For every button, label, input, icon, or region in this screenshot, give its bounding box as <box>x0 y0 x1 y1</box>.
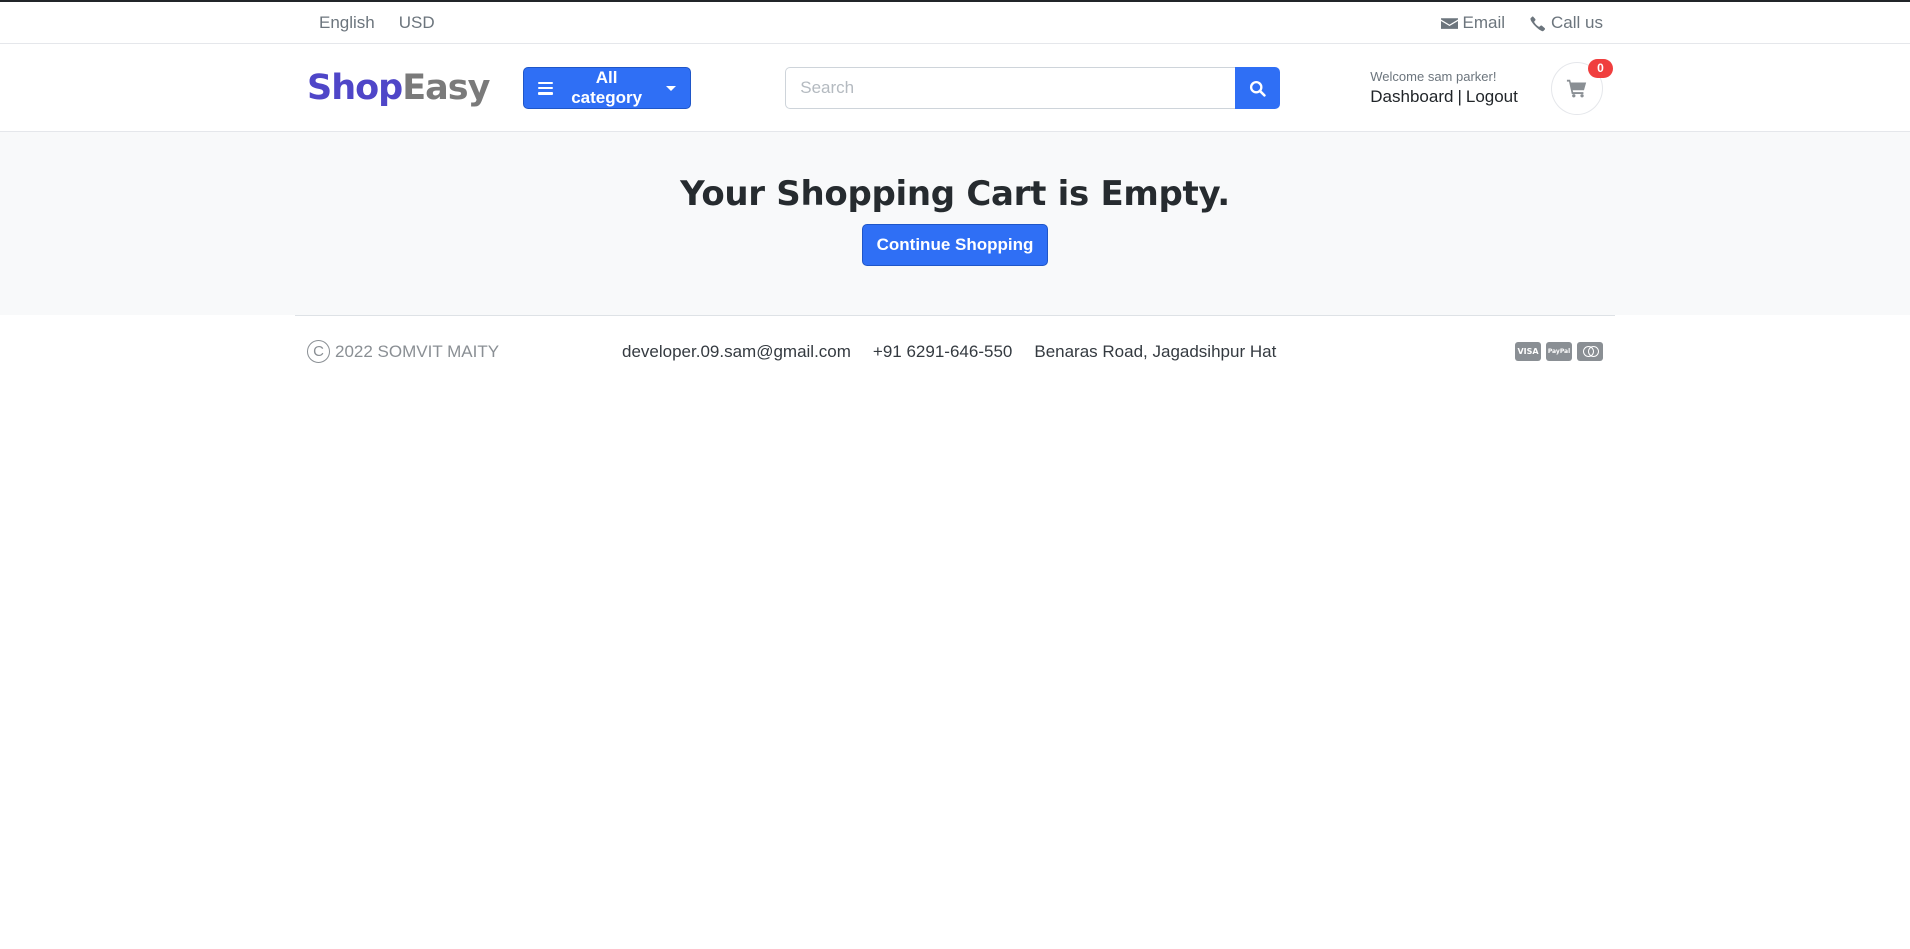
footer-contacts: developer.09.sam@gmail.com +91 6291-646-… <box>622 342 1276 362</box>
call-link-label: Call us <box>1551 13 1603 32</box>
search-bar <box>785 67 1281 109</box>
caret-down-icon <box>666 85 677 91</box>
language-selector[interactable]: English <box>307 13 375 33</box>
menu-icon <box>538 81 553 95</box>
dashboard-link[interactable]: Dashboard <box>1370 87 1453 106</box>
visa-icon: VISA <box>1515 342 1541 361</box>
empty-cart-heading: Your Shopping Cart is Empty. <box>680 174 1230 214</box>
email-link[interactable]: Email <box>1440 13 1506 33</box>
logo-shop: Shop <box>307 68 403 108</box>
cart-icon <box>1566 79 1587 98</box>
link-separator: | <box>1457 87 1462 106</box>
copyright-text: 2022 SOMVIT MAITY <box>335 341 500 361</box>
payment-methods: VISA PayPal <box>1515 342 1603 361</box>
logo[interactable]: ShopEasy <box>307 68 523 108</box>
copyright: C 2022 SOMVIT MAITY <box>307 340 622 363</box>
copyright-icon: C <box>307 340 330 363</box>
all-category-button[interactable]: All category <box>523 67 692 109</box>
header: ShopEasy All category Welcome sam parker… <box>0 44 1910 132</box>
search-icon <box>1250 80 1266 97</box>
footer-email[interactable]: developer.09.sam@gmail.com <box>622 342 851 362</box>
empty-cart-section: Your Shopping Cart is Empty. Continue Sh… <box>0 132 1910 315</box>
user-menu: Welcome sam parker! Dashboard | Logout <box>1370 69 1518 107</box>
user-links: Dashboard | Logout <box>1370 87 1518 107</box>
currency-selector[interactable]: USD <box>399 13 435 33</box>
mastercard-icon <box>1577 342 1603 361</box>
top-bar: English USD Email Call us <box>0 2 1910 44</box>
footer: C 2022 SOMVIT MAITY developer.09.sam@gma… <box>0 315 1910 387</box>
paypal-icon: PayPal <box>1546 342 1572 361</box>
continue-shopping-button[interactable]: Continue Shopping <box>861 224 1049 266</box>
welcome-text: Welcome sam parker! <box>1370 69 1497 84</box>
logo-easy: Easy <box>402 68 490 108</box>
footer-phone[interactable]: +91 6291-646-550 <box>873 342 1012 362</box>
search-input[interactable] <box>785 67 1236 109</box>
email-link-label: Email <box>1462 13 1506 32</box>
all-category-label: All category <box>571 68 643 107</box>
call-link[interactable]: Call us <box>1529 13 1603 33</box>
top-bar-right: Email Call us <box>1440 13 1603 33</box>
logout-link[interactable]: Logout <box>1466 87 1518 106</box>
cart-count-badge: 0 <box>1588 58 1613 78</box>
search-button[interactable] <box>1235 67 1281 109</box>
cart-button[interactable]: 0 <box>1550 58 1613 115</box>
footer-address: Benaras Road, Jagadsihpur Hat <box>1034 341 1277 361</box>
phone-icon <box>1530 15 1546 31</box>
envelope-icon <box>1440 17 1458 29</box>
top-bar-left: English USD <box>307 13 435 33</box>
